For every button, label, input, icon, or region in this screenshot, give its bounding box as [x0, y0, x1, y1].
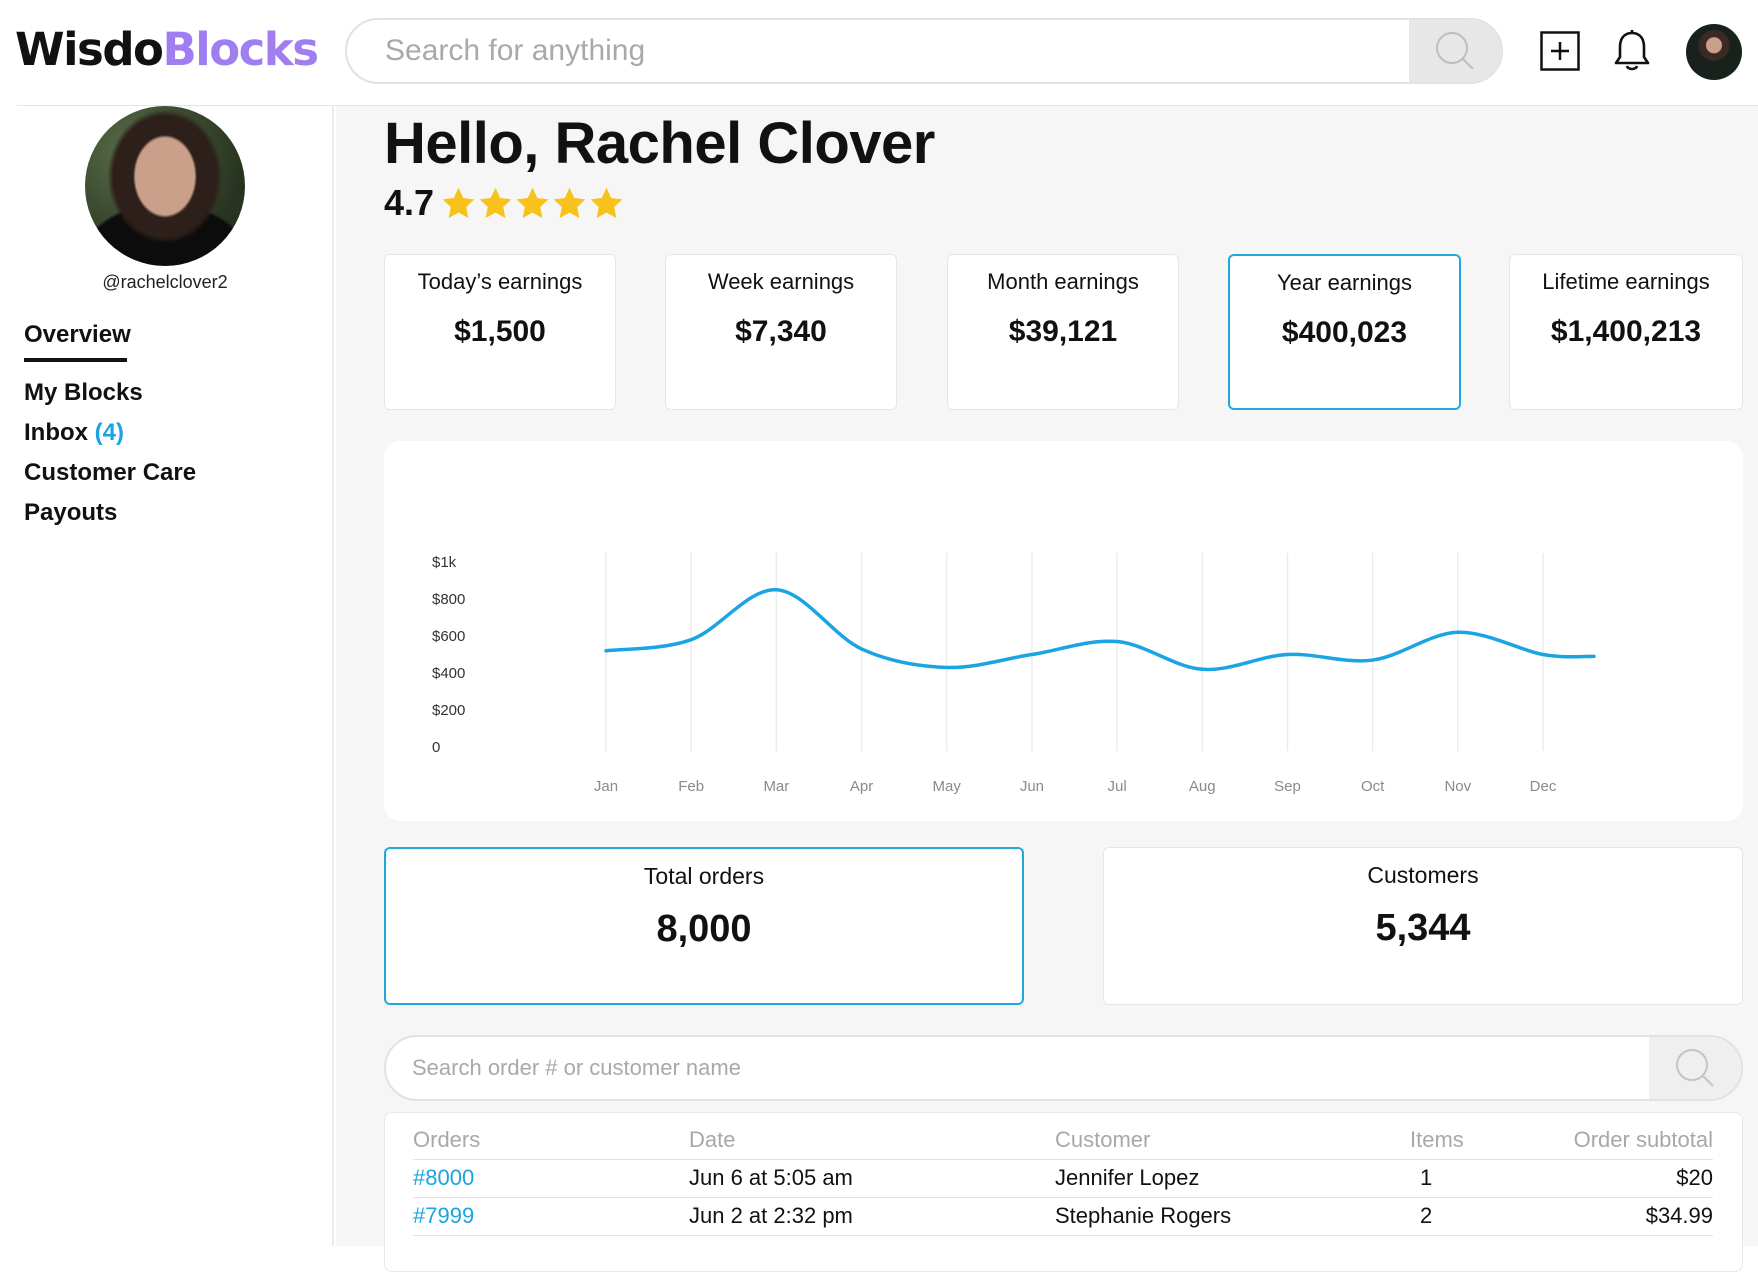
total-orders-value: 8,000 — [656, 908, 752, 950]
orders-search-button[interactable] — [1649, 1037, 1741, 1099]
x-tick-label: Apr — [850, 778, 873, 795]
main-content: Hello, Rachel Clover 4.7 Today’s earning… — [336, 106, 1758, 1272]
earnings-card-label: Year earnings — [1277, 270, 1412, 295]
earnings-card-lifetime[interactable]: Lifetime earnings $1,400,213 — [1509, 254, 1743, 410]
brand-logo-part2: Blocks — [162, 23, 319, 76]
order-number-link[interactable]: #7999 — [413, 1203, 474, 1228]
total-orders-label: Total orders — [643, 863, 765, 889]
y-tick-label: $800 — [432, 591, 465, 608]
order-items: 1 — [1410, 1159, 1560, 1198]
sidebar: @rachelclover2 Overview My Blocks Inbox … — [0, 106, 334, 1246]
global-search — [345, 18, 1503, 84]
earnings-line-chart: Jan Feb Mar Apr May Jun Jul Aug Sep Oct Nov Dec 0 $20… — [432, 553, 1596, 795]
star-icon — [590, 187, 623, 218]
seller-rating: 4.7 — [384, 182, 625, 224]
star-icon — [479, 187, 512, 218]
order-customer: Jennifer Lopez — [1055, 1159, 1410, 1198]
sidebar-item-overview[interactable]: Overview — [24, 320, 131, 362]
search-icon — [1436, 32, 1474, 70]
sidebar-nav: Overview My Blocks Inbox (4) Customer Ca… — [24, 320, 196, 528]
customers-label: Customers — [1367, 862, 1479, 888]
sidebar-item-customer-care[interactable]: Customer Care — [24, 458, 196, 488]
add-block-icon[interactable] — [1540, 31, 1580, 71]
global-search-button[interactable] — [1409, 20, 1501, 82]
x-tick-label: Oct — [1361, 778, 1385, 795]
orders-search-input[interactable] — [386, 1037, 1651, 1099]
order-date: Jun 2 at 2:32 pm — [689, 1197, 1055, 1236]
customers-value: 5,344 — [1375, 907, 1471, 949]
orders-search — [384, 1035, 1743, 1101]
customers-card[interactable]: Customers 5,344 — [1103, 847, 1743, 1005]
earnings-card-week[interactable]: Week earnings $7,340 — [665, 254, 897, 410]
table-row[interactable]: #8000 Jun 6 at 5:05 am Jennifer Lopez 1 … — [413, 1159, 1713, 1198]
sidebar-item-inbox[interactable]: Inbox (4) — [24, 418, 196, 448]
order-customer: Stephanie Rogers — [1055, 1197, 1410, 1236]
global-search-input[interactable] — [347, 20, 1412, 82]
total-orders-card[interactable]: Total orders 8,000 — [384, 847, 1024, 1005]
y-tick-label: $200 — [432, 702, 465, 719]
top-bar: WisdoBlocks — [0, 0, 1758, 106]
account-avatar[interactable] — [1686, 24, 1742, 80]
star-icon — [516, 187, 549, 218]
column-header-customer[interactable]: Customer — [1055, 1121, 1410, 1160]
profile-username: @rachelclover2 — [102, 272, 228, 292]
earnings-card-today[interactable]: Today’s earnings $1,500 — [384, 254, 616, 410]
column-header-items[interactable]: Items — [1410, 1121, 1560, 1160]
order-items: 2 — [1410, 1197, 1560, 1236]
earnings-chart-card: Jan Feb Mar Apr May Jun Jul Aug Sep Oct Nov Dec 0 $20… — [384, 441, 1743, 821]
star-icon — [442, 187, 475, 218]
y-tick-label: 0 — [432, 739, 440, 756]
sidebar-item-my-blocks[interactable]: My Blocks — [24, 378, 196, 408]
column-header-subtotal[interactable]: Order subtotal — [1560, 1121, 1713, 1160]
notifications-bell-icon[interactable] — [1612, 29, 1652, 73]
order-subtotal: $34.99 — [1560, 1197, 1713, 1236]
x-tick-label: Aug — [1189, 778, 1216, 795]
x-tick-label: Dec — [1530, 778, 1557, 795]
earnings-card-value: $7,340 — [735, 315, 827, 348]
x-tick-label: May — [933, 778, 962, 795]
earnings-card-label: Today’s earnings — [417, 269, 583, 294]
search-icon — [1676, 1049, 1714, 1087]
profile-avatar — [85, 106, 245, 266]
x-tick-label: Mar — [763, 778, 789, 795]
order-number-link[interactable]: #8000 — [413, 1165, 474, 1190]
earnings-card-value: $1,400,213 — [1550, 315, 1702, 348]
earnings-card-value: $39,121 — [1008, 315, 1118, 348]
brand-logo-part1: Wisdo — [15, 23, 164, 76]
page-title: Hello, Rachel Clover — [384, 111, 935, 176]
x-tick-label: Feb — [678, 778, 704, 795]
order-date: Jun 6 at 5:05 am — [689, 1159, 1055, 1198]
earnings-card-value: $1,500 — [454, 315, 546, 348]
x-tick-label: Jun — [1020, 778, 1044, 795]
orders-table-header: Orders Date Customer Items Order subtota… — [413, 1121, 1713, 1160]
earnings-card-label: Month earnings — [987, 269, 1139, 294]
y-tick-label: $600 — [432, 628, 465, 645]
order-subtotal: $20 — [1560, 1159, 1713, 1198]
star-icon — [553, 187, 586, 218]
y-tick-label: $1k — [432, 554, 457, 571]
earnings-series-line — [604, 587, 1596, 672]
x-tick-label: Jan — [594, 778, 618, 795]
orders-table: Orders Date Customer Items Order subtota… — [413, 1121, 1713, 1236]
x-tick-label: Nov — [1444, 778, 1471, 795]
rating-value: 4.7 — [384, 182, 435, 223]
brand-logo[interactable]: WisdoBlocks — [15, 22, 319, 78]
orders-table-card: Orders Date Customer Items Order subtota… — [384, 1112, 1743, 1272]
sidebar-item-payouts[interactable]: Payouts — [24, 498, 196, 528]
inbox-count-badge: (4) — [94, 419, 125, 446]
y-tick-label: $400 — [432, 665, 465, 682]
earnings-card-value: $400,023 — [1281, 316, 1408, 349]
rating-stars — [440, 185, 625, 222]
table-row[interactable]: #7999 Jun 2 at 2:32 pm Stephanie Rogers … — [413, 1197, 1713, 1236]
earnings-card-month[interactable]: Month earnings $39,121 — [947, 254, 1179, 410]
sidebar-item-inbox-label: Inbox — [24, 419, 88, 446]
x-tick-label: Jul — [1107, 778, 1126, 795]
earnings-card-label: Lifetime earnings — [1542, 269, 1710, 294]
x-tick-label: Sep — [1274, 778, 1301, 795]
earnings-card-label: Week earnings — [707, 269, 855, 294]
column-header-date[interactable]: Date — [689, 1121, 1055, 1160]
earnings-card-year[interactable]: Year earnings $400,023 — [1228, 254, 1461, 410]
column-header-orders[interactable]: Orders — [413, 1121, 689, 1160]
